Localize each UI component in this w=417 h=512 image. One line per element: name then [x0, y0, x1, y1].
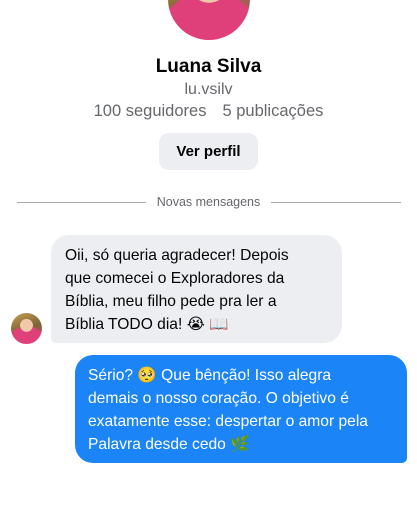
new-messages-divider: Novas mensagens [156, 195, 261, 209]
message-line: Palavra desde cedo 🌿 [88, 436, 250, 453]
message-line: que comecei o Exploradores da [65, 270, 285, 287]
divider-line-right [271, 202, 401, 203]
profile-name: Luana Silva [155, 56, 262, 77]
view-profile-button[interactable]: Ver perfil [159, 133, 258, 170]
message-line: exatamente esse: despertar o amor pela [88, 413, 368, 430]
message-line: Bíblia, meu filho pede pra ler a [65, 293, 277, 310]
incoming-message-bubble[interactable]: Oii, só queria agradecer! Depois que com… [51, 235, 342, 343]
divider-line-left [17, 202, 146, 203]
message-line: Bíblia TODO dia! 😭 📖 [65, 316, 229, 333]
message-line: Sério? 🥺 Que bênção! Isso alegra [88, 367, 332, 384]
posts-count: 5 publicações [222, 102, 324, 120]
message-line: Oii, só queria agradecer! Depois [65, 247, 289, 264]
profile-stats: 100 seguidores 5 publicações [0, 102, 417, 121]
profile-handle: lu.vsilv [184, 81, 233, 98]
sender-avatar[interactable] [11, 313, 42, 344]
followers-count: 100 seguidores [93, 102, 207, 120]
message-line: demais o nosso coração. O objetivo é [88, 390, 349, 407]
outgoing-message-bubble[interactable]: Sério? 🥺 Que bênção! Isso alegra demais … [75, 355, 407, 463]
profile-avatar[interactable] [168, 0, 250, 40]
